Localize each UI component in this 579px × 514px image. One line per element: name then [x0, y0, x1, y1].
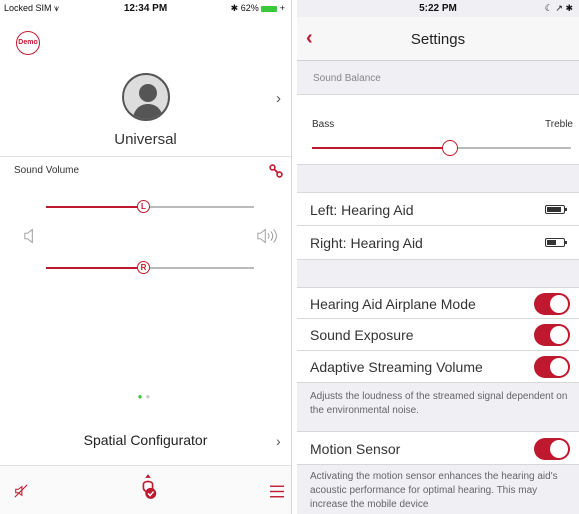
section-header: Sound Balance: [297, 61, 579, 94]
chevron-right-icon: ›: [276, 433, 281, 449]
right-volume-track-filled: [46, 267, 138, 269]
page-dot-active: ●: [137, 392, 146, 401]
tab-bar: [0, 466, 291, 514]
left-battery-icon: [545, 205, 567, 214]
treble-label: Treble: [545, 119, 573, 130]
mute-icon[interactable]: [14, 484, 28, 498]
battery-percent: 62%: [240, 3, 259, 13]
left-hearing-aid-row[interactable]: Left: Hearing Aid: [297, 192, 579, 226]
status-bar: 5:22 PM ☾ ↗ ✱: [297, 0, 579, 17]
adaptive-streaming-toggle[interactable]: [534, 356, 570, 378]
right-volume-track-empty: [150, 267, 254, 269]
navigation-bar: ‹ Settings: [297, 17, 579, 61]
speaker-high-icon: [257, 228, 277, 244]
right-battery-icon: [545, 238, 567, 247]
left-volume-slider[interactable]: L: [137, 200, 150, 213]
right-hearing-aid-row[interactable]: Right: Hearing Aid: [297, 226, 579, 260]
adaptive-note-area: Adjusts the loudness of the streamed sig…: [297, 383, 579, 431]
spatial-configurator-row[interactable]: Spatial Configurator ›: [0, 417, 291, 465]
page-dot: ●: [145, 392, 154, 401]
bass-label: Bass: [312, 119, 335, 130]
airplane-mode-toggle[interactable]: [534, 293, 570, 315]
profile-chevron-icon[interactable]: ›: [276, 90, 281, 107]
moon-icon: ☾: [544, 3, 553, 13]
adaptive-streaming-row: Adaptive Streaming Volume: [297, 351, 579, 383]
balance-track-filled: [312, 147, 449, 149]
airplane-mode-row: Hearing Aid Airplane Mode: [297, 287, 579, 319]
airplane-mode-label: Hearing Aid Airplane Mode: [310, 296, 476, 312]
motion-sensor-row: Motion Sensor: [297, 431, 579, 465]
sound-balance-header: Sound Balance: [313, 73, 381, 84]
menu-icon[interactable]: [270, 485, 284, 498]
right-hearing-aid-label: Right: Hearing Aid: [310, 235, 423, 251]
link-sides-icon[interactable]: [269, 164, 283, 178]
sound-exposure-label: Sound Exposure: [310, 327, 414, 343]
motion-sensor-description: Activating the motion sensor enhances th…: [310, 471, 558, 510]
page-indicator[interactable]: ●●: [0, 392, 291, 401]
right-volume-slider[interactable]: R: [137, 261, 150, 274]
section-spacer: [297, 260, 579, 287]
app-main-screen: Locked SIM ⩛ 12:34 PM ✱ 62% + Demo › Uni…: [0, 0, 292, 514]
left-volume-track-filled: [46, 206, 138, 208]
spatial-configurator-label: Spatial Configurator: [83, 432, 208, 448]
sound-exposure-toggle[interactable]: [534, 324, 570, 346]
balance-track-empty: [458, 147, 571, 149]
charging-icon: +: [279, 3, 285, 13]
bluetooth-icon: ✱: [565, 3, 573, 13]
adaptive-streaming-description: Adjusts the loudness of the streamed sig…: [310, 391, 568, 416]
sound-volume-label: Sound Volume: [14, 165, 80, 176]
section-spacer: [297, 165, 579, 192]
speaker-low-icon: [24, 228, 33, 244]
motion-note-area: Activating the motion sensor enhances th…: [297, 465, 579, 514]
left-volume-track-empty: [150, 206, 254, 208]
motion-sensor-toggle[interactable]: [534, 438, 570, 460]
hearing-aid-home-icon[interactable]: [137, 472, 159, 502]
motion-sensor-label: Motion Sensor: [310, 441, 401, 457]
location-arrow-icon: ↗: [555, 3, 563, 13]
page-title: Settings: [410, 31, 466, 48]
demo-badge[interactable]: Demo: [16, 31, 40, 55]
bluetooth-icon: ✱: [230, 3, 239, 13]
battery-icon: [261, 5, 278, 12]
profile-name: Universal: [114, 131, 177, 148]
status-time: 5:22 PM: [419, 3, 457, 14]
sound-exposure-row: Sound Exposure: [297, 319, 579, 351]
status-bar: Locked SIM ⩛ 12:34 PM ✱ 62% +: [0, 0, 291, 17]
adaptive-streaming-label: Adaptive Streaming Volume: [310, 359, 483, 375]
balance-slider-thumb[interactable]: [442, 140, 458, 156]
left-hearing-aid-label: Left: Hearing Aid: [310, 202, 414, 218]
divider: [0, 156, 291, 157]
profile-avatar[interactable]: [122, 73, 170, 121]
settings-screen: 5:22 PM ☾ ↗ ✱ ‹ Settings Sound Balance B…: [297, 0, 579, 514]
sound-balance-row: Bass Treble: [297, 94, 579, 165]
